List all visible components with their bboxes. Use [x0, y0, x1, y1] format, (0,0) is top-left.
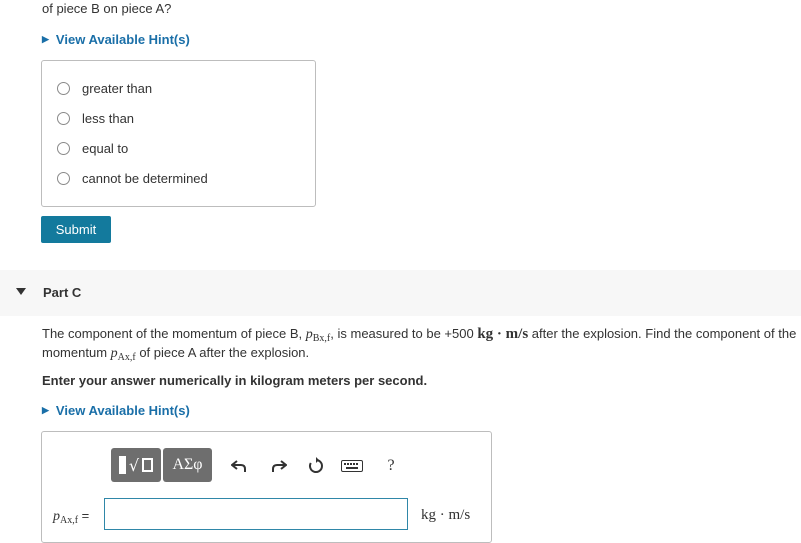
redo-icon[interactable] [268, 455, 290, 477]
q1-text-post: after the explosion. Find the component … [528, 326, 797, 341]
caret-right-icon: ▶ [42, 34, 49, 44]
choice-label: greater than [82, 81, 153, 96]
q1-text-mid: , is measured to be +500 [330, 326, 478, 341]
view-hints-label: View Available Hint(s) [55, 403, 190, 418]
q1-symbol: p [305, 327, 313, 342]
q1-text-pre: The component of the momentum of piece B… [42, 326, 306, 341]
q2-text-post: of piece A after the explosion. [135, 345, 310, 360]
view-hints-link[interactable]: ▶ View Available Hint(s) [42, 32, 190, 47]
choice-label: equal to [82, 141, 129, 156]
answer-choices-box: greater than less than equal to cannot b… [41, 60, 316, 207]
answer-label: pAx,f = [53, 508, 89, 526]
q2-text-pre: momentum [42, 345, 111, 360]
q2-symbol: p [110, 346, 118, 361]
sqrt-template-icon: √ [128, 455, 140, 475]
greek-symbols-button[interactable]: ΑΣφ [163, 448, 212, 482]
q1-subscript: Bx,f [312, 333, 331, 344]
answer-equals: = [78, 508, 90, 523]
question-text-tail: of piece B on piece A? [42, 1, 172, 16]
part-c-title[interactable]: Part C [43, 285, 81, 300]
choice-label: cannot be determined [82, 171, 208, 186]
answer-symbol: p [53, 509, 60, 524]
answer-units: kg · m/s [421, 507, 471, 523]
answer-input[interactable] [104, 498, 408, 530]
question-line-2: momentum pAx,f of piece A after the expl… [42, 345, 309, 363]
undo-icon[interactable] [228, 455, 250, 477]
keyboard-icon[interactable] [339, 455, 365, 477]
choice-equal-to[interactable]: equal to [57, 141, 128, 156]
caret-right-icon: ▶ [42, 405, 49, 415]
radio-button[interactable] [57, 82, 70, 95]
choice-less-than[interactable]: less than [57, 111, 134, 126]
templates-button[interactable]: √ [111, 448, 161, 482]
view-hints-link-part-c[interactable]: ▶ View Available Hint(s) [42, 403, 190, 418]
radio-button[interactable] [57, 112, 70, 125]
choice-label: less than [82, 111, 135, 126]
help-icon[interactable]: ? [380, 455, 402, 477]
answer-subscript: Ax,f [60, 515, 79, 526]
choice-greater-than[interactable]: greater than [57, 81, 152, 96]
box-template-icon [142, 458, 154, 472]
submit-button[interactable]: Submit [41, 216, 111, 243]
q1-unit: kg · m/s [477, 326, 529, 342]
radio-button[interactable] [57, 172, 70, 185]
collapse-triangle-icon[interactable] [16, 288, 26, 295]
fraction-template-icon [118, 456, 126, 474]
answer-instruction: Enter your answer numerically in kilogra… [42, 373, 428, 388]
question-line-1: The component of the momentum of piece B… [42, 326, 796, 344]
part-c-header[interactable] [0, 270, 801, 316]
reset-icon[interactable] [305, 455, 327, 477]
view-hints-label: View Available Hint(s) [55, 32, 190, 47]
radio-button[interactable] [57, 142, 70, 155]
choice-cannot-be-determined[interactable]: cannot be determined [57, 171, 208, 186]
q2-subscript: Ax,f [117, 352, 136, 363]
